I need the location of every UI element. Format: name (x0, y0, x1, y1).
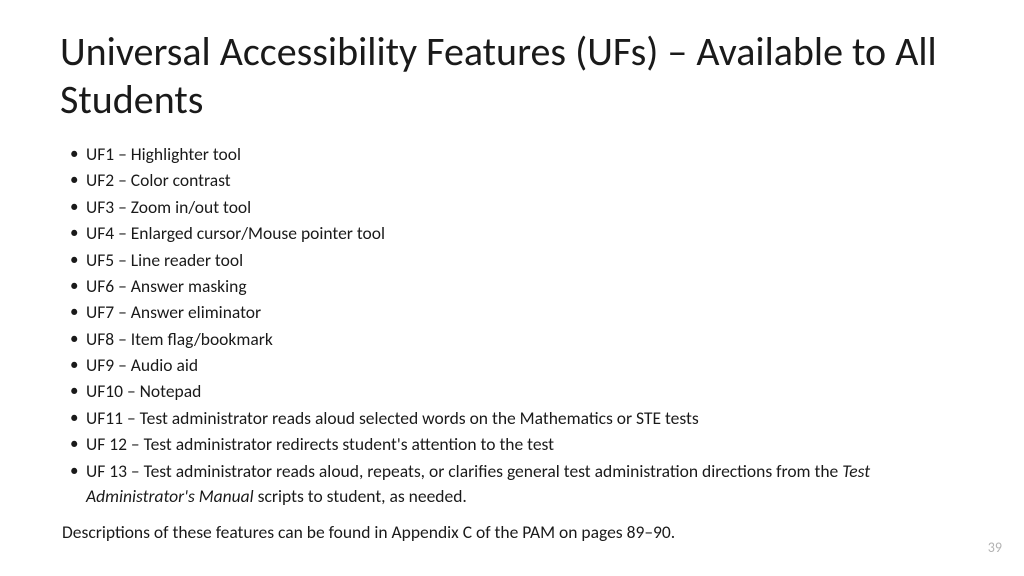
list-item: UF5 – Line reader tool (60, 248, 964, 273)
page-number: 39 (988, 539, 1002, 556)
list-item: UF8 – Item flag/bookmark (60, 327, 964, 352)
description-text: Descriptions of these features can be fo… (60, 521, 964, 543)
list-item-uf13: UF 13 – Test administrator reads aloud, … (60, 459, 964, 510)
list-item: UF10 – Notepad (60, 379, 964, 404)
slide-title: Universal Accessibility Features (UFs) –… (60, 28, 964, 124)
uf13-text-prefix: UF 13 – Test administrator reads aloud, … (86, 460, 842, 482)
list-item: UF2 – Color contrast (60, 168, 964, 193)
uf13-text-suffix: scripts to student, as needed. (254, 485, 467, 507)
list-item: UF4 – Enlarged cursor/Mouse pointer tool (60, 221, 964, 246)
list-item: UF1 – Highlighter tool (60, 142, 964, 167)
feature-list: UF1 – Highlighter tool UF2 – Color contr… (60, 142, 964, 509)
list-item: UF 12 – Test administrator redirects stu… (60, 432, 964, 457)
list-item: UF11 – Test administrator reads aloud se… (60, 406, 964, 431)
list-item: UF3 – Zoom in/out tool (60, 195, 964, 220)
list-item: UF6 – Answer masking (60, 274, 964, 299)
list-item: UF9 – Audio aid (60, 353, 964, 378)
list-item: UF7 – Answer eliminator (60, 300, 964, 325)
